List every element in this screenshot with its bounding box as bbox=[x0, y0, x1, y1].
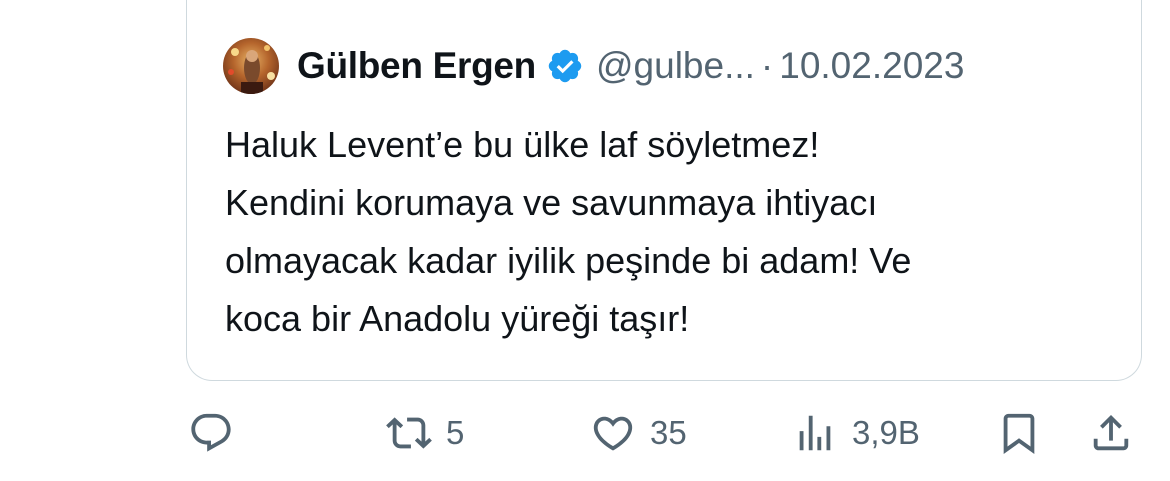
views-count: 3,9B bbox=[852, 414, 920, 451]
reply-button[interactable] bbox=[188, 400, 234, 466]
tweet-text-line: Kendini korumaya ve savunmaya ihtiyacı bbox=[225, 182, 878, 223]
tweet-text-line: olmayacak kadar iyilik peşinde bi adam! … bbox=[225, 240, 912, 281]
quoted-tweet-header: Gülben Ergen @gulbe... · 10.02.2023 bbox=[223, 36, 964, 96]
retweet-icon bbox=[386, 417, 432, 449]
display-name[interactable]: Gülben Ergen bbox=[297, 45, 536, 87]
quoted-tweet-card[interactable]: Gülben Ergen @gulbe... · 10.02.2023 Halu… bbox=[186, 0, 1142, 381]
user-handle: @gulbe... bbox=[595, 45, 755, 86]
share-icon bbox=[1093, 414, 1129, 451]
retweet-button[interactable]: 5 bbox=[386, 400, 464, 466]
avatar[interactable] bbox=[223, 38, 279, 94]
like-button[interactable]: 35 bbox=[590, 400, 687, 466]
like-count: 35 bbox=[650, 414, 687, 451]
heart-icon bbox=[593, 416, 633, 451]
views-icon bbox=[799, 415, 831, 451]
bookmark-button[interactable] bbox=[996, 400, 1042, 466]
retweet-count: 5 bbox=[446, 414, 465, 451]
header-separator: · bbox=[760, 45, 774, 86]
verified-badge-icon bbox=[548, 49, 582, 83]
share-button[interactable] bbox=[1088, 400, 1134, 466]
quoted-tweet-text: Haluk Levent’e bu ülke laf söyletmez! Ke… bbox=[225, 116, 1105, 348]
views-button[interactable]: 3,9B bbox=[792, 400, 920, 466]
bookmark-icon bbox=[1003, 413, 1035, 454]
tweet-text-line: koca bir Anadolu yüreği taşır! bbox=[225, 298, 690, 339]
tweet-action-bar: 5 35 3,9B bbox=[186, 400, 1142, 466]
reply-icon bbox=[191, 413, 231, 452]
tweet-date[interactable]: 10.02.2023 bbox=[779, 45, 964, 87]
tweet-text-line: Haluk Levent’e bu ülke laf söyletmez! bbox=[225, 124, 820, 165]
